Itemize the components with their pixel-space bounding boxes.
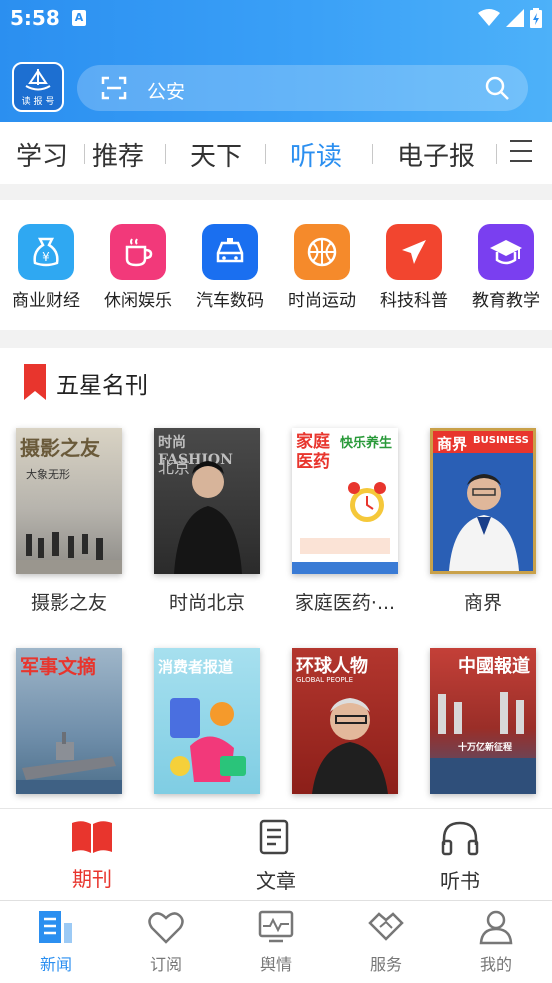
magazine-card[interactable]: 中國報道 十万亿新征程 — [423, 648, 543, 808]
category-education[interactable]: 教育教学 — [460, 224, 552, 311]
search-icon[interactable] — [484, 75, 510, 101]
category-label: 商业财经 — [12, 291, 80, 311]
nav-label: 新闻 — [39, 955, 72, 974]
signal-icon — [506, 9, 524, 27]
channel-tabs: 学习 推荐 天下 听读 电子报 — [0, 122, 552, 184]
car-icon — [202, 224, 258, 280]
section-title: 五星名刊 — [56, 373, 148, 399]
magazine-cover[interactable]: 消费者报道 — [154, 648, 260, 794]
tab-listen-read[interactable]: 听读 — [290, 136, 342, 173]
magazine-cover[interactable]: 环球人物 GLOBAL PEOPLE — [292, 648, 398, 794]
wifi-icon — [478, 9, 500, 26]
content-type-tabs: 期刊 文章 听书 — [0, 808, 552, 900]
magazine-card[interactable]: 时尚FASHION 北京 时尚北京 — [147, 428, 267, 615]
subtab-label: 文章 — [256, 869, 296, 893]
status-time: 5:58 — [10, 6, 60, 30]
magazine-card[interactable]: 家庭医药 快乐养生 家庭医药·... — [285, 428, 405, 615]
status-icons — [478, 8, 542, 28]
boat-logo-icon — [25, 69, 51, 91]
tab-e-paper[interactable]: 电子报 — [397, 136, 475, 173]
category-leisure[interactable]: 休闲娱乐 — [92, 224, 184, 311]
menu-icon[interactable] — [510, 140, 532, 164]
bookmark-icon — [24, 364, 46, 400]
nav-services[interactable]: 服务 — [346, 909, 426, 975]
magazine-cover[interactable]: 时尚FASHION 北京 — [154, 428, 260, 574]
magazine-card[interactable]: 环球人物 GLOBAL PEOPLE — [285, 648, 405, 808]
monitor-pulse-icon — [258, 910, 294, 943]
nav-profile[interactable]: 我的 — [456, 909, 536, 975]
graduation-cap-icon — [478, 224, 534, 280]
app-screen: 5:58 A 读 报 号 公安 学习 推荐 天下 听读 电子报 ¥ 商业财经 休… — [0, 0, 552, 983]
search-bar[interactable]: 公安 — [77, 65, 528, 111]
magazine-cover[interactable]: 摄影之友 大象无形 — [16, 428, 122, 574]
category-label: 休闲娱乐 — [104, 291, 172, 311]
category-label: 时尚运动 — [288, 291, 356, 311]
magazine-name: 时尚北京 — [168, 592, 245, 614]
subtab-label: 期刊 — [72, 867, 112, 891]
svg-text:¥: ¥ — [42, 250, 50, 264]
magazine-card[interactable]: 商界 BUSINESS 商界 — [423, 428, 543, 615]
magazine-card[interactable]: 摄影之友 大象无形 摄影之友 — [9, 428, 129, 615]
battery-icon — [530, 8, 542, 28]
news-icon — [39, 911, 72, 943]
category-label: 汽车数码 — [196, 291, 264, 311]
tab-study[interactable]: 学习 — [16, 136, 68, 173]
tab-separator — [265, 144, 266, 164]
tab-separator — [496, 144, 497, 164]
nav-label: 舆情 — [259, 955, 292, 974]
magazine-card[interactable]: 消费者报道 — [147, 648, 267, 808]
tab-recommend[interactable]: 推荐 — [92, 136, 144, 173]
notification-icon: A — [72, 10, 86, 26]
category-science[interactable]: 科技科普 — [368, 224, 460, 311]
category-label: 科技科普 — [380, 291, 448, 311]
nav-label: 订阅 — [149, 955, 182, 974]
subtab-articles[interactable]: 文章 — [226, 819, 326, 894]
nav-label: 服务 — [369, 955, 402, 974]
tab-world[interactable]: 天下 — [190, 136, 242, 173]
heart-icon — [148, 912, 184, 944]
logo-caption: 读 报 号 — [21, 97, 55, 107]
magazine-name: 摄影之友 — [30, 592, 107, 614]
magazine-name: 家庭医药·... — [294, 592, 396, 614]
five-star-magazines-section: 五星名刊 摄影之友 大象无形 摄影之友 时尚FASHION 北京 时尚北京 家庭… — [0, 348, 552, 808]
magazine-cover[interactable]: 军事文摘 — [16, 648, 122, 794]
header: 5:58 A 读 报 号 公安 — [0, 0, 552, 122]
basketball-icon — [294, 224, 350, 280]
tab-separator — [372, 144, 373, 164]
bottom-navigation: 新闻 订阅 舆情 服务 我的 — [0, 900, 552, 983]
airplane-icon — [386, 224, 442, 280]
nav-public-opinion[interactable]: 舆情 — [236, 909, 316, 975]
magazine-cover[interactable]: 商界 BUSINESS — [430, 428, 536, 574]
status-bar: 5:58 A — [0, 0, 552, 38]
headphones-icon — [441, 821, 479, 856]
document-icon — [259, 819, 289, 855]
tab-separator — [165, 144, 166, 164]
nav-subscribe[interactable]: 订阅 — [126, 909, 206, 975]
magazine-name: 商界 — [463, 592, 502, 614]
search-input[interactable]: 公安 — [147, 77, 185, 104]
subtab-audiobooks[interactable]: 听书 — [410, 819, 510, 894]
user-icon — [479, 910, 513, 945]
subtab-periodicals[interactable]: 期刊 — [42, 819, 142, 892]
app-logo[interactable]: 读 报 号 — [12, 62, 64, 112]
magazine-card[interactable]: 军事文摘 — [9, 648, 129, 808]
subtab-label: 听书 — [440, 869, 480, 893]
scan-icon[interactable] — [101, 76, 127, 100]
category-auto-digital[interactable]: 汽车数码 — [184, 224, 276, 311]
nav-label: 我的 — [479, 955, 512, 974]
category-label: 教育教学 — [472, 291, 540, 311]
category-row: ¥ 商业财经 休闲娱乐 汽车数码 时尚运动 科技科普 教育教学 — [0, 200, 552, 330]
category-business[interactable]: ¥ 商业财经 — [0, 224, 92, 311]
magazine-cover[interactable]: 中國報道 十万亿新征程 — [430, 648, 536, 794]
magazine-cover[interactable]: 家庭医药 快乐养生 — [292, 428, 398, 574]
category-fashion-sports[interactable]: 时尚运动 — [276, 224, 368, 311]
nav-news[interactable]: 新闻 — [16, 909, 96, 975]
coffee-cup-icon — [110, 224, 166, 280]
handshake-icon — [368, 912, 404, 941]
tab-separator — [84, 144, 85, 164]
money-bag-icon: ¥ — [18, 224, 74, 280]
open-book-icon — [72, 821, 112, 853]
